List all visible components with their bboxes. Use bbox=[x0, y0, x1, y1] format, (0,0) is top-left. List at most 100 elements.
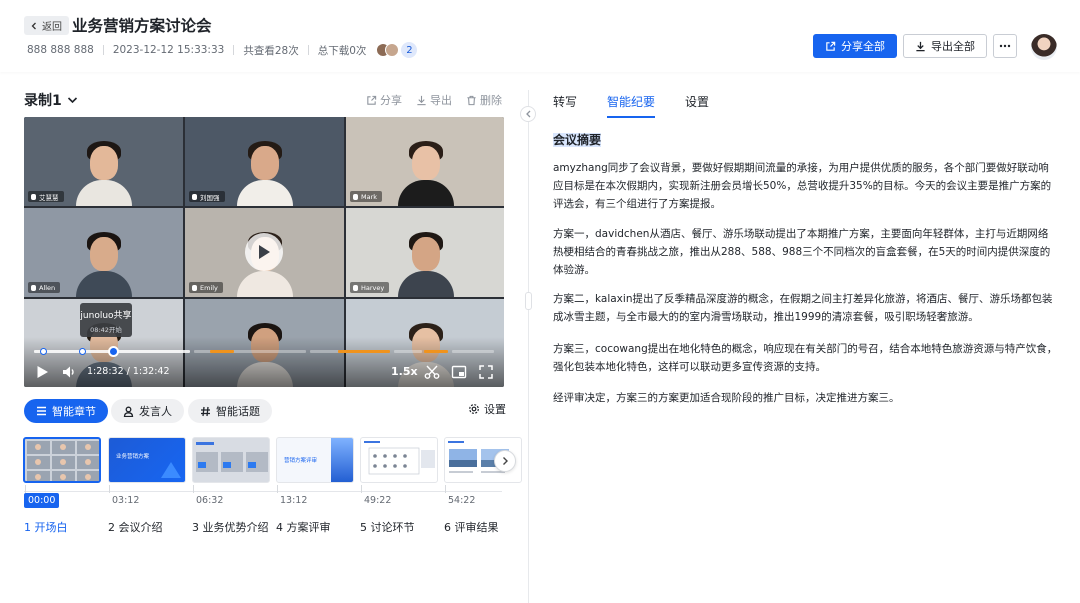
progress-segment bbox=[394, 350, 422, 353]
participant-tile: 艾慧慧 bbox=[24, 117, 183, 206]
participant-name-tag: Allen bbox=[28, 282, 61, 293]
chapter-timestamp[interactable]: 54:22 bbox=[444, 493, 479, 508]
viewer-avatars[interactable]: 2 bbox=[376, 42, 418, 58]
volume-icon[interactable] bbox=[62, 365, 77, 379]
participant-name-tag: Emily bbox=[189, 282, 223, 293]
user-icon bbox=[192, 284, 197, 291]
resize-handle[interactable] bbox=[525, 292, 532, 310]
chapter-thumbnail[interactable] bbox=[23, 437, 101, 483]
progress-handle[interactable] bbox=[108, 346, 119, 357]
participant-name-tag: Harvey bbox=[350, 282, 390, 293]
scissors-icon[interactable] bbox=[424, 364, 440, 380]
user-icon bbox=[353, 193, 358, 200]
fullscreen-icon[interactable] bbox=[478, 364, 494, 380]
chapter-timestamp[interactable]: 13:12 bbox=[276, 493, 311, 508]
chapter-marker[interactable] bbox=[40, 348, 47, 355]
chapter-thumbnail[interactable] bbox=[192, 437, 270, 483]
chapter-title[interactable]: 3 业务优势介绍 bbox=[192, 519, 269, 535]
participant-name-tag: 艾慧慧 bbox=[28, 191, 64, 202]
share-all-label: 分享全部 bbox=[841, 40, 885, 53]
share-icon bbox=[367, 95, 377, 105]
summary-paragraph: 方案二，kalaxin提出了反季精品深度游的概念，在假期之间主打差异化旅游，将酒… bbox=[553, 293, 1053, 323]
export-action[interactable]: 导出 bbox=[416, 92, 452, 108]
timeline-tick bbox=[109, 485, 110, 493]
timeline-tick bbox=[277, 485, 278, 493]
meeting-datetime: 2023-12-12 15:33:33 bbox=[112, 44, 225, 56]
participant-tile: Mark bbox=[346, 117, 504, 206]
thumbnail-graphic bbox=[161, 462, 181, 478]
user-icon bbox=[123, 406, 134, 417]
chapter-settings-button[interactable]: 设置 bbox=[468, 401, 506, 417]
recording-selector[interactable]: 录制1 bbox=[24, 90, 78, 110]
participant-figure bbox=[75, 140, 132, 206]
download-icon bbox=[916, 41, 925, 51]
participant-figure bbox=[397, 231, 454, 297]
meta-divider bbox=[102, 45, 104, 55]
chapter-title[interactable]: 4 方案评审 bbox=[276, 519, 331, 535]
chapter-thumbnail[interactable]: 营销方案评审 bbox=[276, 437, 354, 483]
settings-label: 设置 bbox=[484, 403, 506, 416]
thumbnail-text: 营销方案评审 bbox=[284, 458, 318, 464]
delete-action[interactable]: 删除 bbox=[466, 92, 502, 108]
view-count: 共查看28次 bbox=[243, 44, 299, 57]
play-icon bbox=[259, 245, 270, 259]
tab-transcript[interactable]: 转写 bbox=[553, 93, 577, 118]
user-icon bbox=[353, 284, 358, 291]
video-player[interactable]: 艾慧慧 刘国强 Mark Allen Emily Harvey junoluo共享 08:… bbox=[24, 117, 504, 387]
chapter-timestamp[interactable]: 00:00 bbox=[24, 493, 60, 508]
chevron-left-icon bbox=[525, 110, 530, 118]
chapter-thumbnail[interactable]: 业务营销方案 bbox=[108, 437, 186, 483]
thumbnails-next-button[interactable] bbox=[494, 450, 516, 472]
list-icon bbox=[37, 406, 46, 416]
chapter-timestamp[interactable]: 49:22 bbox=[360, 493, 395, 508]
user-avatar[interactable] bbox=[1031, 34, 1057, 60]
tab-smart-minutes[interactable]: 智能纪要 bbox=[607, 93, 656, 118]
recording-actions: 分享 导出 删除 bbox=[366, 92, 502, 108]
participant-name-tag: 刘国强 bbox=[189, 191, 225, 202]
tab-smart-topics[interactable]: 智能话题 bbox=[188, 399, 272, 423]
chapter-title[interactable]: 2 会议介绍 bbox=[108, 519, 163, 535]
chevron-left-icon bbox=[31, 22, 36, 29]
highlight-segment bbox=[338, 350, 390, 353]
user-icon bbox=[31, 193, 36, 200]
playback-time: 1:28:32 / 1:32:42 bbox=[87, 366, 170, 377]
summary-paragraph: amyzhang同步了会议背景，要做好假期期间流量的承接，为用户提供优质的服务，… bbox=[553, 162, 1052, 210]
chevron-down-icon bbox=[67, 97, 77, 104]
tab-speakers[interactable]: 发言人 bbox=[111, 399, 184, 423]
play-overlay-button[interactable] bbox=[245, 233, 283, 271]
chapter-timestamp[interactable]: 06:32 bbox=[192, 493, 227, 508]
export-all-label: 导出全部 bbox=[931, 40, 975, 53]
collapse-panel-button[interactable] bbox=[520, 106, 536, 122]
avatar bbox=[385, 43, 400, 57]
summary-title: 会议摘要 bbox=[553, 131, 602, 148]
share-action[interactable]: 分享 bbox=[366, 92, 402, 108]
speed-button[interactable]: 1.5x bbox=[391, 365, 418, 378]
recording-title: 录制1 bbox=[24, 93, 62, 109]
summary-paragraph: 方案三，cocowang提出在地化特色的概念，响应现在有关部门的号召，结合本地特… bbox=[553, 343, 1058, 373]
chapter-marker[interactable] bbox=[79, 348, 86, 355]
tab-smart-chapters[interactable]: 智能章节 bbox=[24, 399, 108, 423]
participant-tile: Harvey bbox=[346, 208, 504, 297]
play-icon[interactable] bbox=[36, 365, 49, 379]
share-all-button[interactable]: 分享全部 bbox=[813, 34, 897, 58]
progress-bar[interactable] bbox=[34, 346, 494, 357]
chapter-title[interactable]: 6 评审结果 bbox=[444, 519, 499, 535]
highlight-segment bbox=[424, 350, 448, 353]
chapter-thumbnail[interactable] bbox=[360, 437, 438, 483]
export-all-button[interactable]: 导出全部 bbox=[903, 34, 987, 58]
meeting-id: 888 888 888 bbox=[27, 44, 94, 56]
hashtag-icon bbox=[201, 406, 210, 416]
participant-name: Emily bbox=[200, 283, 218, 292]
participant-name: 刘国强 bbox=[200, 193, 220, 202]
back-button[interactable]: 返回 bbox=[24, 16, 69, 35]
picture-in-picture-icon[interactable] bbox=[451, 364, 467, 380]
chapter-title[interactable]: 1 开场白 bbox=[24, 519, 68, 535]
tab-settings[interactable]: 设置 bbox=[685, 93, 709, 118]
chapter-title[interactable]: 5 讨论环节 bbox=[360, 519, 415, 535]
more-button[interactable] bbox=[993, 34, 1017, 58]
thumbnail-text: 业务营销方案 bbox=[116, 454, 150, 460]
participant-name: Harvey bbox=[361, 283, 385, 292]
meeting-meta: 888 888 888 2023-12-12 15:33:33 共查看28次 总… bbox=[27, 42, 418, 58]
highlight-segment bbox=[210, 350, 234, 353]
chapter-timestamp[interactable]: 03:12 bbox=[108, 493, 143, 508]
